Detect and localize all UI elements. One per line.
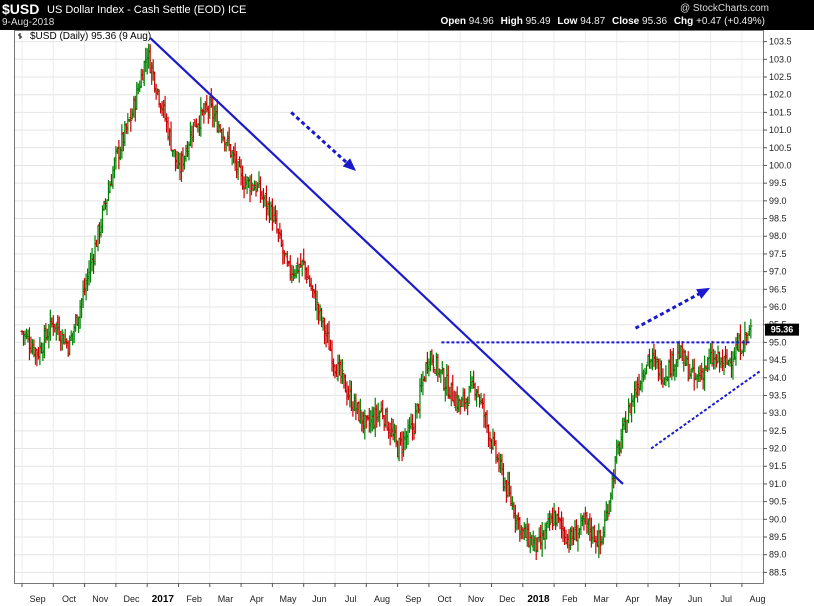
y-tick-label: 98.0 <box>769 231 787 241</box>
x-tick-label: May <box>655 594 673 604</box>
y-tick-label: 97.5 <box>769 249 787 259</box>
legend-text: $USD (Daily) 95.36 (9 Aug) <box>30 31 152 42</box>
x-tick-label: Aug <box>750 594 766 604</box>
x-tick-label: 2017 <box>152 594 175 605</box>
trend-annotations <box>149 37 762 485</box>
x-tick-label: Feb <box>186 594 202 604</box>
legend-swatch <box>18 32 28 40</box>
x-tick-label: Sep <box>405 594 421 604</box>
y-tick-label: 99.0 <box>769 196 787 206</box>
series-legend: $USD (Daily) 95.36 (9 Aug) <box>18 31 151 42</box>
x-tick-label: Apr <box>625 594 639 604</box>
y-tick-label: 103.0 <box>769 54 792 64</box>
x-tick-label: Oct <box>62 594 77 604</box>
y-tick-label: 100.0 <box>769 160 792 170</box>
y-tick-label: 94.0 <box>769 373 787 383</box>
price-chart[interactable]: 88.5 89.0 89.5 90.0 90.5 91.0 91.5 92.0 92.5 93.0… <box>0 0 814 606</box>
y-tick-label: 90.5 <box>769 497 787 507</box>
x-tick-label: May <box>280 594 298 604</box>
x-tick-label: Aug <box>374 594 390 604</box>
y-tick-label: 96.0 <box>769 302 787 312</box>
y-tick-label: 103.5 <box>769 37 792 47</box>
x-tick-label: Jun <box>688 594 703 604</box>
gridlines <box>15 31 763 583</box>
y-tick-label: 88.5 <box>769 567 787 577</box>
up-arrow <box>634 287 709 330</box>
y-axis: 88.5 89.0 89.5 90.0 90.5 91.0 91.5 92.0 92.5 93.0… <box>763 37 799 577</box>
y-tick-label: 99.5 <box>769 178 787 188</box>
price-bars <box>20 43 753 560</box>
last-price-label: 95.36 <box>771 325 794 335</box>
x-tick-label: Jun <box>312 594 327 604</box>
x-tick-label: Sep <box>30 594 46 604</box>
y-tick-label: 89.0 <box>769 550 787 560</box>
x-tick-label: 2018 <box>527 594 550 605</box>
x-axis: Sep Oct Nov Dec 2017 Feb Mar Apr May Jun Jul Aug Sep… <box>21 583 766 605</box>
y-tick-label: 95.0 <box>769 337 787 347</box>
y-tick-label: 98.5 <box>769 214 787 224</box>
y-tick-label: 91.5 <box>769 461 787 471</box>
y-tick-label: 93.5 <box>769 390 787 400</box>
x-tick-label: Feb <box>562 594 578 604</box>
y-tick-label: 92.5 <box>769 426 787 436</box>
x-tick-label: Dec <box>124 594 141 604</box>
x-tick-label: Dec <box>499 594 516 604</box>
x-tick-label: Nov <box>468 594 485 604</box>
y-tick-label: 102.0 <box>769 90 792 100</box>
x-tick-label: Apr <box>250 594 264 604</box>
y-tick-label: 89.5 <box>769 532 787 542</box>
y-tick-label: 93.0 <box>769 408 787 418</box>
down-arrow <box>290 111 355 171</box>
x-tick-label: Jul <box>345 594 357 604</box>
y-tick-label: 101.0 <box>769 125 792 135</box>
y-tick-label: 94.5 <box>769 355 787 365</box>
x-tick-label: Jul <box>720 594 732 604</box>
y-tick-label: 101.5 <box>769 107 792 117</box>
y-tick-label: 91.0 <box>769 479 787 489</box>
y-tick-label: 102.5 <box>769 72 792 82</box>
x-tick-label: Mar <box>593 594 609 604</box>
y-tick-label: 100.5 <box>769 143 792 153</box>
y-tick-label: 96.5 <box>769 284 787 294</box>
y-tick-label: 90.0 <box>769 514 787 524</box>
x-tick-label: Oct <box>438 594 453 604</box>
y-tick-label: 97.0 <box>769 267 787 277</box>
x-tick-label: Mar <box>218 594 234 604</box>
support-line <box>650 369 762 450</box>
x-tick-label: Nov <box>92 594 109 604</box>
y-tick-label: 92.0 <box>769 444 787 454</box>
